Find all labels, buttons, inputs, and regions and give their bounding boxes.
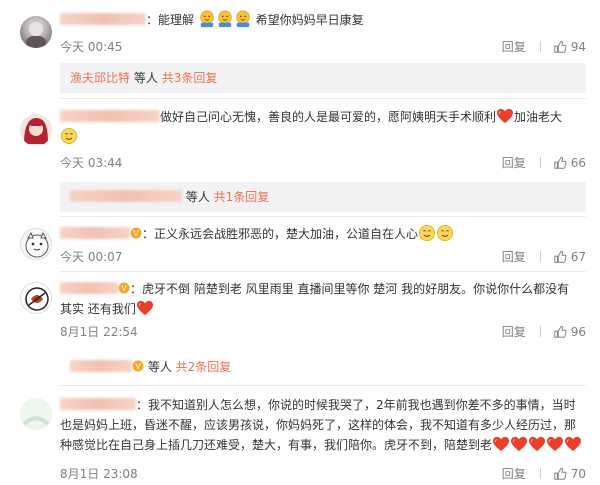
comment-text: 做好自己问心无愧，善良的人是最可爱的，愿阿姨明天手术顺利 加油老大 <box>60 107 586 147</box>
comment-actions: 回复 94 <box>502 38 586 55</box>
reply-button[interactable]: 回复 <box>502 248 526 265</box>
comment-text: ：能理解 希望你妈妈早日康复 <box>60 10 586 30</box>
divider <box>539 157 541 168</box>
subreply-suffix: 等人 <box>133 71 158 85</box>
subreply-user[interactable] <box>70 190 182 202</box>
heart-icon <box>528 436 546 452</box>
divider <box>539 251 541 262</box>
pray-emoji-icon <box>198 10 216 28</box>
thumbs-up-icon <box>553 250 567 264</box>
reply-button[interactable]: 回复 <box>502 465 526 482</box>
avatar[interactable] <box>20 114 52 146</box>
like-button[interactable]: 70 <box>553 467 586 481</box>
comment-time: 今天 00:07 <box>60 250 123 264</box>
like-count: 94 <box>570 39 586 54</box>
avatar[interactable] <box>20 282 52 314</box>
like-button[interactable]: 66 <box>553 156 586 170</box>
avatar[interactable] <box>20 228 52 260</box>
like-count: 66 <box>570 155 586 170</box>
divider <box>539 468 541 479</box>
reply-button[interactable]: 回复 <box>502 154 526 171</box>
avatar[interactable] <box>20 398 52 430</box>
username[interactable] <box>60 13 146 25</box>
vip-badge-icon <box>118 282 130 294</box>
like-count: 96 <box>570 324 586 339</box>
reply-button[interactable]: 回复 <box>502 323 526 340</box>
subreply-user[interactable]: 渔夫邱比特 <box>70 71 130 85</box>
comment-text: ：我不知道别人怎么想，你说的时候我哭了，2年前我也遇到你差不多的事情，当时 也是… <box>60 395 586 455</box>
view-replies-link[interactable]: 共1条回复 <box>214 190 270 204</box>
subreplies-bar[interactable]: 等人 共2条回复 <box>60 352 586 382</box>
divider <box>60 271 586 272</box>
username[interactable] <box>60 282 118 294</box>
heart-icon <box>492 436 510 452</box>
comment-actions: 回复 66 <box>502 154 586 171</box>
comment-actions: 回复 70 <box>502 465 586 482</box>
like-button[interactable]: 96 <box>553 325 586 339</box>
smile-emoji-icon <box>436 224 454 242</box>
comment-actions: 回复 96 <box>502 323 586 340</box>
subreplies-bar[interactable]: 渔夫邱比特 等人 共3条回复 <box>60 63 586 93</box>
smile-emoji-icon <box>60 127 78 145</box>
vip-badge-icon <box>132 360 144 372</box>
avatar[interactable] <box>20 16 52 48</box>
divider <box>60 385 586 386</box>
thumbs-up-icon <box>553 325 567 339</box>
divider <box>60 216 586 217</box>
heart-icon <box>546 436 564 452</box>
pray-emoji-icon <box>216 10 234 28</box>
subreplies-bar[interactable]: 等人 共1条回复 <box>60 182 586 212</box>
divider <box>539 41 541 52</box>
heart-icon <box>510 436 528 452</box>
view-replies-link[interactable]: 共2条回复 <box>176 360 232 374</box>
like-button[interactable]: 67 <box>553 250 586 264</box>
thumbs-up-icon <box>553 40 567 54</box>
thumbs-up-icon <box>553 156 567 170</box>
comment-actions: 回复 67 <box>502 248 586 265</box>
username[interactable] <box>60 227 130 239</box>
username[interactable] <box>60 398 136 410</box>
comment-time: 8月1日 23:08 <box>60 467 138 481</box>
smile-emoji-icon <box>418 224 436 242</box>
reply-button[interactable]: 回复 <box>502 38 526 55</box>
subreply-suffix: 等人 <box>185 190 210 204</box>
thumbs-up-icon <box>553 467 567 481</box>
comment-text: ：正义永远会战胜邪恶的，楚大加油，公道自在人心 <box>60 224 586 244</box>
heart-icon <box>564 436 582 452</box>
vip-badge-icon <box>130 227 142 239</box>
divider <box>60 98 586 99</box>
pray-emoji-icon <box>234 10 252 28</box>
like-count: 67 <box>570 249 586 264</box>
like-count: 70 <box>570 466 586 481</box>
heart-icon <box>496 108 514 124</box>
comment-time: 今天 00:45 <box>60 40 123 54</box>
view-replies-link[interactable]: 共3条回复 <box>162 71 218 85</box>
comment-text: ：虎牙不倒 陪楚到老 风里雨里 直播间里等你 楚河 我的好朋友。你说你什么都没有… <box>60 282 570 316</box>
subreply-suffix: 等人 <box>147 360 172 374</box>
comment-time: 今天 03:44 <box>60 156 123 170</box>
subreply-user[interactable] <box>70 360 132 372</box>
comment-time: 8月1日 22:54 <box>60 325 138 339</box>
like-button[interactable]: 94 <box>553 40 586 54</box>
username[interactable] <box>60 110 160 122</box>
divider <box>539 326 541 337</box>
heart-icon <box>136 300 154 316</box>
